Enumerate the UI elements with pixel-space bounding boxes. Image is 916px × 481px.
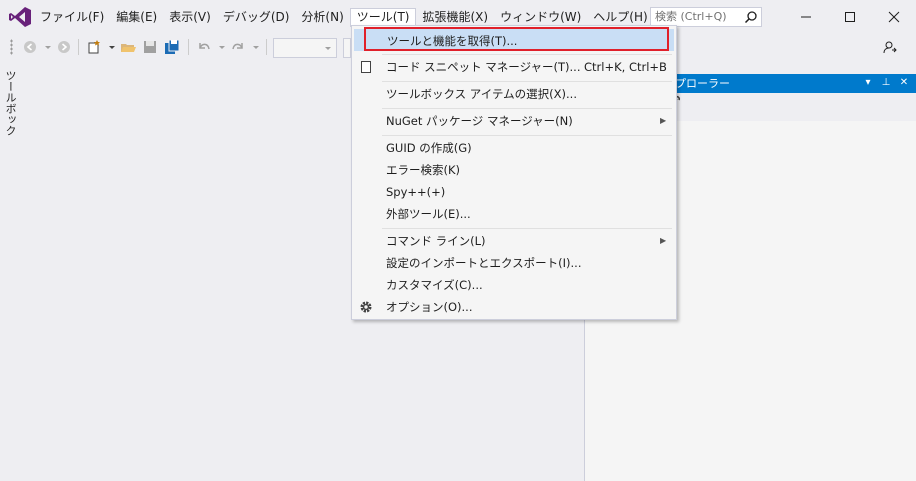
- chevron-down-icon[interactable]: [214, 39, 230, 55]
- menu-bar: ファイル(F) 編集(E) 表示(V) デバッグ(D) 分析(N) ツール(T)…: [34, 8, 654, 27]
- menu-item-import-export-settings[interactable]: 設定のインポートとエクスポート(I)...: [354, 252, 674, 274]
- menu-separator: [382, 54, 672, 55]
- menu-item-customize[interactable]: カスタマイズ(C)...: [354, 274, 674, 296]
- menu-item-spy-plus-plus[interactable]: Spy++(+): [354, 181, 674, 203]
- search-input[interactable]: 検索 (Ctrl+Q): [650, 7, 762, 27]
- maximize-icon[interactable]: [838, 6, 862, 28]
- menu-separator: [382, 135, 672, 136]
- menu-item-create-guid[interactable]: GUID の作成(G): [354, 137, 674, 159]
- toolbar-separator: [78, 39, 79, 55]
- menu-item-error-lookup[interactable]: エラー検索(K): [354, 159, 674, 181]
- minimize-icon[interactable]: [794, 6, 818, 28]
- save-icon[interactable]: [142, 39, 158, 55]
- search-icon[interactable]: [744, 10, 758, 24]
- forward-icon[interactable]: [56, 39, 72, 55]
- menu-item-options[interactable]: オプション(O)...: [354, 296, 674, 318]
- chevron-down-icon: [325, 47, 331, 50]
- menu-edit[interactable]: 編集(E): [110, 8, 163, 26]
- menu-analyze[interactable]: 分析(N): [295, 8, 349, 26]
- close-icon[interactable]: [882, 6, 906, 28]
- menu-item-label: カスタマイズ(C)...: [386, 278, 483, 292]
- menu-item-choose-toolbox-items[interactable]: ツールボックス アイテムの選択(X)...: [354, 83, 674, 105]
- checkbox-icon: [361, 61, 371, 73]
- panel-title: プローラー: [675, 77, 730, 90]
- toolbar-separator: [188, 39, 189, 55]
- menu-item-nuget-package-manager[interactable]: NuGet パッケージ マネージャー(N) ▶: [354, 110, 674, 132]
- menu-separator: [382, 81, 672, 82]
- menu-item-label: コマンド ライン(L): [386, 234, 486, 248]
- close-icon[interactable]: ✕: [897, 76, 911, 90]
- menu-item-external-tools[interactable]: 外部ツール(E)...: [354, 203, 674, 225]
- menu-separator: [382, 108, 672, 109]
- menu-item-label: コード スニペット マネージャー(T)...: [386, 60, 581, 74]
- search-placeholder: 検索 (Ctrl+Q): [655, 10, 727, 23]
- menu-item-label: オプション(O)...: [386, 300, 473, 314]
- menu-separator: [382, 228, 672, 229]
- chevron-right-icon: ▶: [660, 236, 667, 245]
- toolbar-grip[interactable]: [10, 39, 13, 55]
- chevron-down-icon[interactable]: [104, 39, 120, 55]
- chevron-down-icon[interactable]: [248, 39, 264, 55]
- menu-view[interactable]: 表示(V): [163, 8, 217, 26]
- menu-extensions[interactable]: 拡張機能(X): [416, 8, 494, 26]
- menu-item-command-line[interactable]: コマンド ライン(L) ▶: [354, 230, 674, 252]
- menu-window[interactable]: ウィンドウ(W): [494, 8, 587, 26]
- menu-item-label: 設定のインポートとエクスポート(I)...: [386, 256, 582, 270]
- menu-file[interactable]: ファイル(F): [34, 8, 110, 26]
- visual-studio-logo-icon[interactable]: [8, 6, 32, 28]
- chevron-down-icon[interactable]: [40, 39, 56, 55]
- gear-icon: [360, 301, 372, 313]
- toolbox-tab[interactable]: ツールボックス: [0, 70, 18, 140]
- menu-item-label: Spy++(+): [386, 185, 446, 199]
- new-project-icon[interactable]: [86, 39, 102, 55]
- tools-menu-dropdown: ツールと機能を取得(T)... コード スニペット マネージャー(T)... C…: [351, 25, 677, 320]
- open-folder-icon[interactable]: [120, 39, 136, 55]
- menu-item-label: 外部ツール(E)...: [386, 207, 471, 221]
- menu-item-shortcut: Ctrl+K, Ctrl+B: [584, 60, 667, 74]
- pin-icon[interactable]: ⊥: [879, 76, 893, 90]
- chevron-right-icon: ▶: [660, 116, 667, 125]
- chevron-down-icon[interactable]: ▾: [861, 76, 875, 90]
- undo-icon[interactable]: [196, 39, 212, 55]
- menu-item-label: ツールボックス アイテムの選択(X)...: [386, 87, 577, 101]
- toolbar-separator: [266, 39, 267, 55]
- back-icon[interactable]: [22, 39, 38, 55]
- live-share-icon[interactable]: [882, 39, 898, 55]
- save-all-icon[interactable]: [164, 39, 180, 55]
- menu-item-label: NuGet パッケージ マネージャー(N): [386, 114, 573, 128]
- solution-platform-dropdown[interactable]: [343, 38, 351, 58]
- menu-help[interactable]: ヘルプ(H): [587, 8, 653, 26]
- annotation-highlight-box: [364, 27, 669, 51]
- solution-configuration-dropdown[interactable]: [273, 38, 337, 58]
- redo-icon[interactable]: [230, 39, 246, 55]
- menu-item-label: エラー検索(K): [386, 163, 461, 177]
- menu-item-code-snippets-manager[interactable]: コード スニペット マネージャー(T)... Ctrl+K, Ctrl+B: [354, 56, 674, 78]
- menu-debug[interactable]: デバッグ(D): [217, 8, 296, 26]
- menu-item-label: GUID の作成(G): [386, 141, 472, 155]
